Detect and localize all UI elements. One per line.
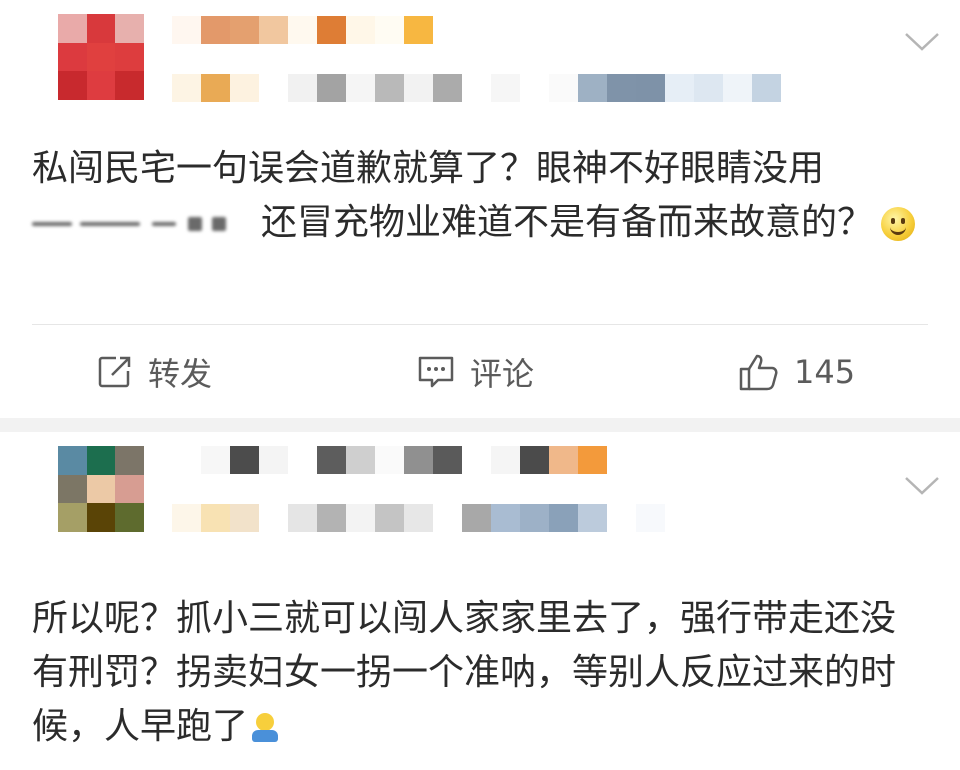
shrug-emoji	[248, 711, 282, 745]
post-separator	[0, 418, 960, 432]
comment-label: 评论	[470, 355, 535, 393]
post-text: 私闯民宅一句误会道歉就算了？眼神不好眼睛没用 还冒充物业难道不是有备而来故意的？	[32, 142, 920, 250]
comment-icon	[416, 354, 470, 390]
divider	[32, 324, 928, 325]
username[interactable]	[172, 16, 433, 44]
repost-label: 转发	[148, 355, 213, 393]
like-button[interactable]: 145	[738, 340, 855, 404]
repost-button[interactable]: 转发	[96, 340, 212, 404]
more-chevron-down-icon[interactable]	[904, 476, 939, 495]
post-2: 所以呢？抓小三就可以闯人家家里去了，强行带走还没有刑罚？拐卖妇女一拐一个准呐，等…	[0, 432, 960, 770]
more-chevron-down-icon[interactable]	[904, 32, 939, 51]
post-text: 所以呢？抓小三就可以闯人家家里去了，强行带走还没有刑罚？拐卖妇女一拐一个准呐，等…	[32, 598, 897, 747]
like-count: 145	[794, 353, 856, 391]
thumbs-up-icon	[738, 352, 794, 392]
avatar[interactable]	[58, 446, 144, 532]
comment-button[interactable]: 评论	[416, 340, 534, 404]
redacted-text	[32, 207, 247, 241]
username[interactable]	[172, 446, 607, 474]
smile-emoji	[881, 207, 916, 241]
action-bar: 转发 评论 145	[0, 340, 960, 404]
post-1: 私闯民宅一句误会道歉就算了？眼神不好眼睛没用 还冒充物业难道不是有备而来故意的？ …	[0, 0, 960, 418]
repost-icon	[96, 353, 148, 391]
post-meta	[172, 504, 665, 532]
post-meta	[172, 74, 781, 102]
avatar[interactable]	[58, 14, 144, 100]
